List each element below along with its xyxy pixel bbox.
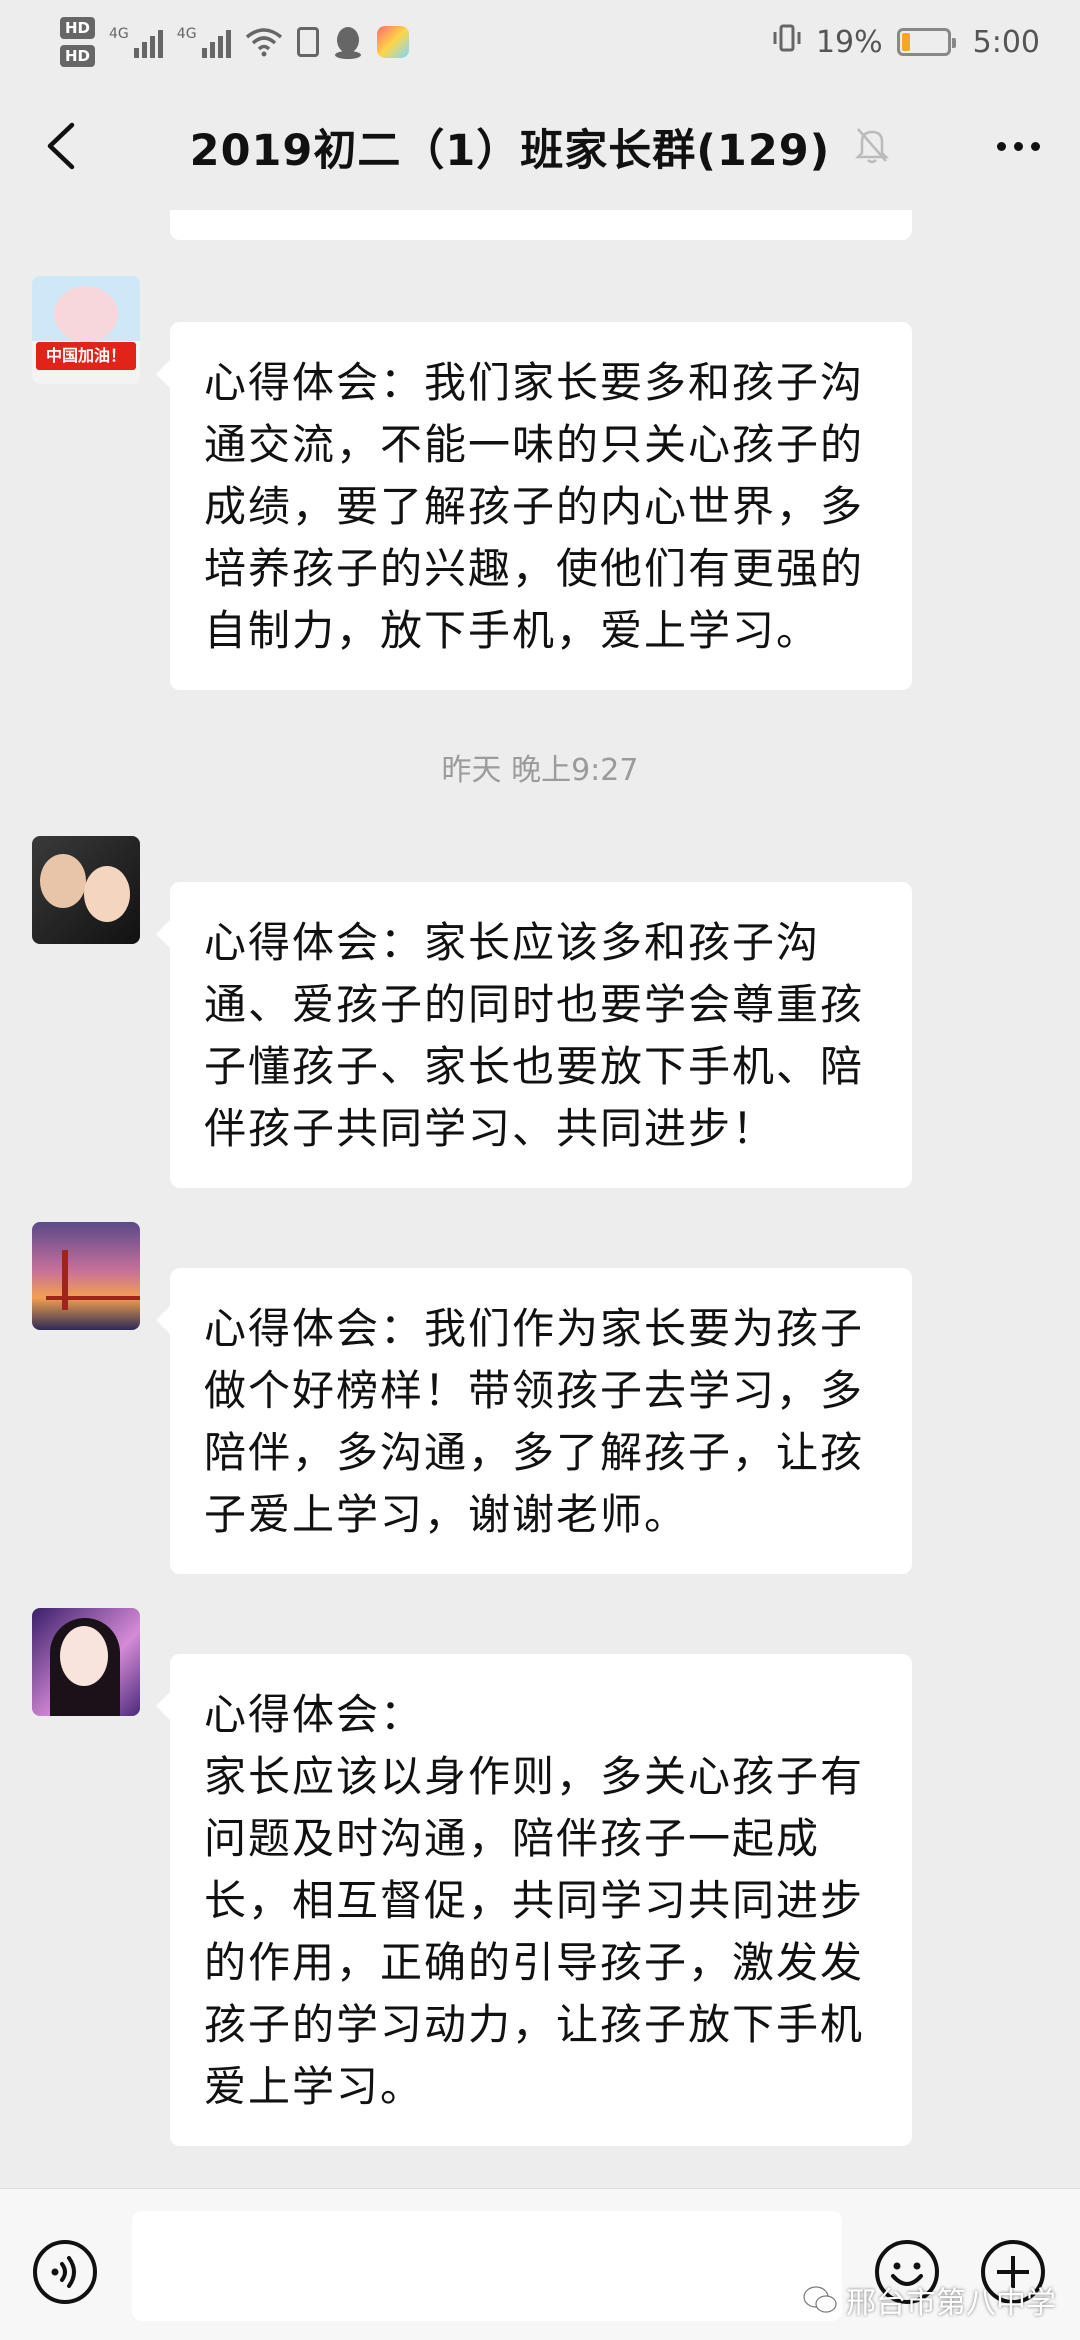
battery-fill [901, 33, 910, 51]
avatar[interactable] [32, 836, 140, 944]
message-timestamp: 昨天 晚上9:27 [441, 753, 639, 788]
avatar[interactable] [32, 1608, 140, 1716]
dot-icon [996, 141, 1006, 151]
message-text: 心得体会：我们家长要多和孩子沟通交流，不能一味的只关心孩子的成绩，要了解孩子的内… [204, 358, 865, 655]
app-notification-icon [376, 26, 409, 58]
voice-button[interactable] [30, 2237, 100, 2307]
watermark-text: 邢台市第八中学 [846, 2286, 1056, 2321]
message-bubble[interactable]: 心得体会：我们家长要多和孩子沟通交流，不能一味的只关心孩子的成绩，要了解孩子的内… [156, 322, 912, 690]
avatar[interactable]: 中国加油！ [32, 276, 140, 384]
pig-avatar-image [54, 286, 118, 342]
watermark: 邢台市第八中学 [802, 2278, 1056, 2322]
input-bar: 邢台市第八中学 [0, 2188, 1080, 2340]
hd1-badge: HD [60, 17, 96, 39]
message-bubble[interactable]: 心得体会：我们作为家长要为孩子做个好榜样！带领孩子去学习，多陪伴，多沟通，多了解… [156, 1268, 912, 1574]
bridge-tower-image [62, 1250, 68, 1310]
signal-1-icon: 4G [109, 26, 163, 58]
signal-1-label: 4G [109, 26, 129, 42]
back-button[interactable] [28, 114, 92, 178]
wechat-logo-icon [803, 2286, 837, 2313]
more-options-button[interactable] [986, 114, 1050, 178]
avatar-photo [40, 854, 86, 908]
chat-title: 2019初二（1）班家长群(129) [189, 126, 831, 176]
status-left: HD HD 4G 4G [60, 17, 409, 67]
signal-2-icon: 4G [177, 26, 231, 58]
signal-2-label: 4G [176, 26, 197, 42]
avatar-photo [60, 1626, 108, 1686]
status-right: 19% 5:00 [772, 23, 1040, 61]
message-bubble[interactable]: 心得体会：家长应该多和孩子沟通、爱孩子的同时也要学会尊重孩子懂孩子、家长也要放下… [156, 882, 912, 1188]
avatar[interactable] [32, 1222, 140, 1330]
message-heading: 心得体会： [204, 1690, 425, 1739]
message-text: 心得体会：我们作为家长要为孩子做个好榜样！带领孩子去学习，多陪伴，多沟通，多了解… [204, 1304, 865, 1539]
message-text: 心得体会：家长应该多和孩子沟通、爱孩子的同时也要学会尊重孩子懂孩子、家长也要放下… [204, 918, 865, 1153]
vibrate-icon [772, 23, 802, 61]
voice-icon [33, 2240, 97, 2304]
bridge-image [46, 1296, 140, 1300]
hd-indicators: HD HD [60, 17, 96, 67]
wifi-icon [245, 27, 283, 57]
dot-icon [1030, 141, 1040, 151]
message-input[interactable] [132, 2211, 842, 2321]
qq-icon [333, 25, 363, 59]
avatar-banner: 中国加油！ [36, 342, 136, 370]
clock: 5:00 [972, 24, 1040, 60]
battery-percent: 19% [815, 24, 883, 60]
previous-message-bubble[interactable] [170, 210, 912, 240]
mute-bell-icon [854, 125, 890, 169]
avatar-photo [84, 866, 130, 922]
back-arrow-icon [47, 122, 75, 170]
dot-icon [1013, 141, 1023, 151]
title-bar: 2019初二（1）班家长群(129) [0, 84, 1080, 210]
battery-icon [896, 28, 956, 56]
message-text: 家长应该以身作则，多关心孩子有问题及时沟通，陪伴孩子一起成长，相互督促，共同学习… [204, 1752, 865, 2111]
status-bar: HD HD 4G 4G 19% 5:00 [0, 0, 1080, 84]
message-bubble[interactable]: 心得体会： 家长应该以身作则，多关心孩子有问题及时沟通，陪伴孩子一起成长，相互督… [156, 1654, 912, 2146]
hd2-badge: HD [60, 45, 96, 67]
sim-alert-icon [296, 27, 319, 57]
